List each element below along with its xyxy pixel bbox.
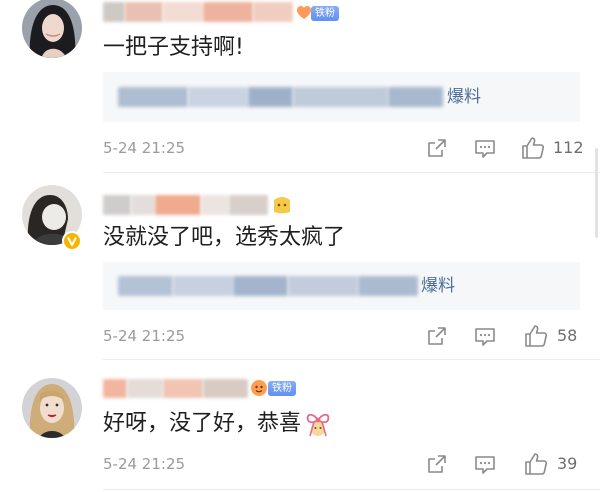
share-icon[interactable] [427, 454, 447, 474]
comment-text: 一把子支持啊! [103, 35, 244, 60]
username-redacted[interactable] [103, 2, 293, 22]
comment-icon[interactable] [474, 455, 496, 475]
fan-badge[interactable]: 铁粉 [296, 4, 339, 22]
fan-badge[interactable]: 铁粉 [250, 379, 296, 397]
scrollbar-thumb[interactable] [595, 148, 598, 238]
like-icon[interactable] [524, 324, 548, 348]
reply-preview-tail: 爆料 [421, 276, 455, 296]
avatar[interactable] [22, 378, 82, 438]
like-icon[interactable] [524, 452, 548, 476]
comment-text: 没就没了吧，选秀太疯了 [103, 225, 346, 250]
comment-time: 5-24 21:25 [103, 455, 186, 473]
comment-icon[interactable] [474, 139, 496, 159]
comment-text: 好呀，没了好，恭喜 [103, 410, 332, 438]
divider [103, 172, 600, 173]
share-icon[interactable] [427, 326, 447, 346]
share-icon[interactable] [427, 138, 447, 158]
like-count: 58 [557, 326, 578, 345]
comment-icon[interactable] [474, 327, 496, 347]
ribbon-emoji-icon [306, 413, 330, 437]
like-count: 112 [553, 138, 584, 157]
reply-preview[interactable]: 爆料 [103, 72, 580, 122]
like-count: 39 [557, 454, 578, 473]
like-icon[interactable] [521, 136, 545, 160]
avatar-image [22, 378, 82, 438]
comment-time: 5-24 21:25 [103, 139, 186, 157]
verified-badge-icon [62, 231, 82, 251]
fan-badge-label: 铁粉 [311, 5, 339, 21]
emoji-icon [274, 197, 290, 214]
divider [103, 489, 600, 490]
fan-heart-icon [297, 6, 311, 19]
avatar[interactable] [22, 0, 82, 58]
fan-badge-label: 铁粉 [268, 380, 296, 396]
avatar-image [22, 0, 82, 58]
fan-heart-icon [251, 380, 267, 396]
username-redacted[interactable] [103, 379, 248, 398]
comment-time: 5-24 21:25 [103, 327, 186, 345]
reply-preview[interactable]: 爆料 [103, 262, 580, 310]
divider [103, 359, 600, 360]
reply-preview-tail: 爆料 [447, 87, 481, 107]
username-redacted[interactable] [103, 195, 268, 215]
comment-text-body: 好呀，没了好，恭喜 [103, 411, 302, 436]
